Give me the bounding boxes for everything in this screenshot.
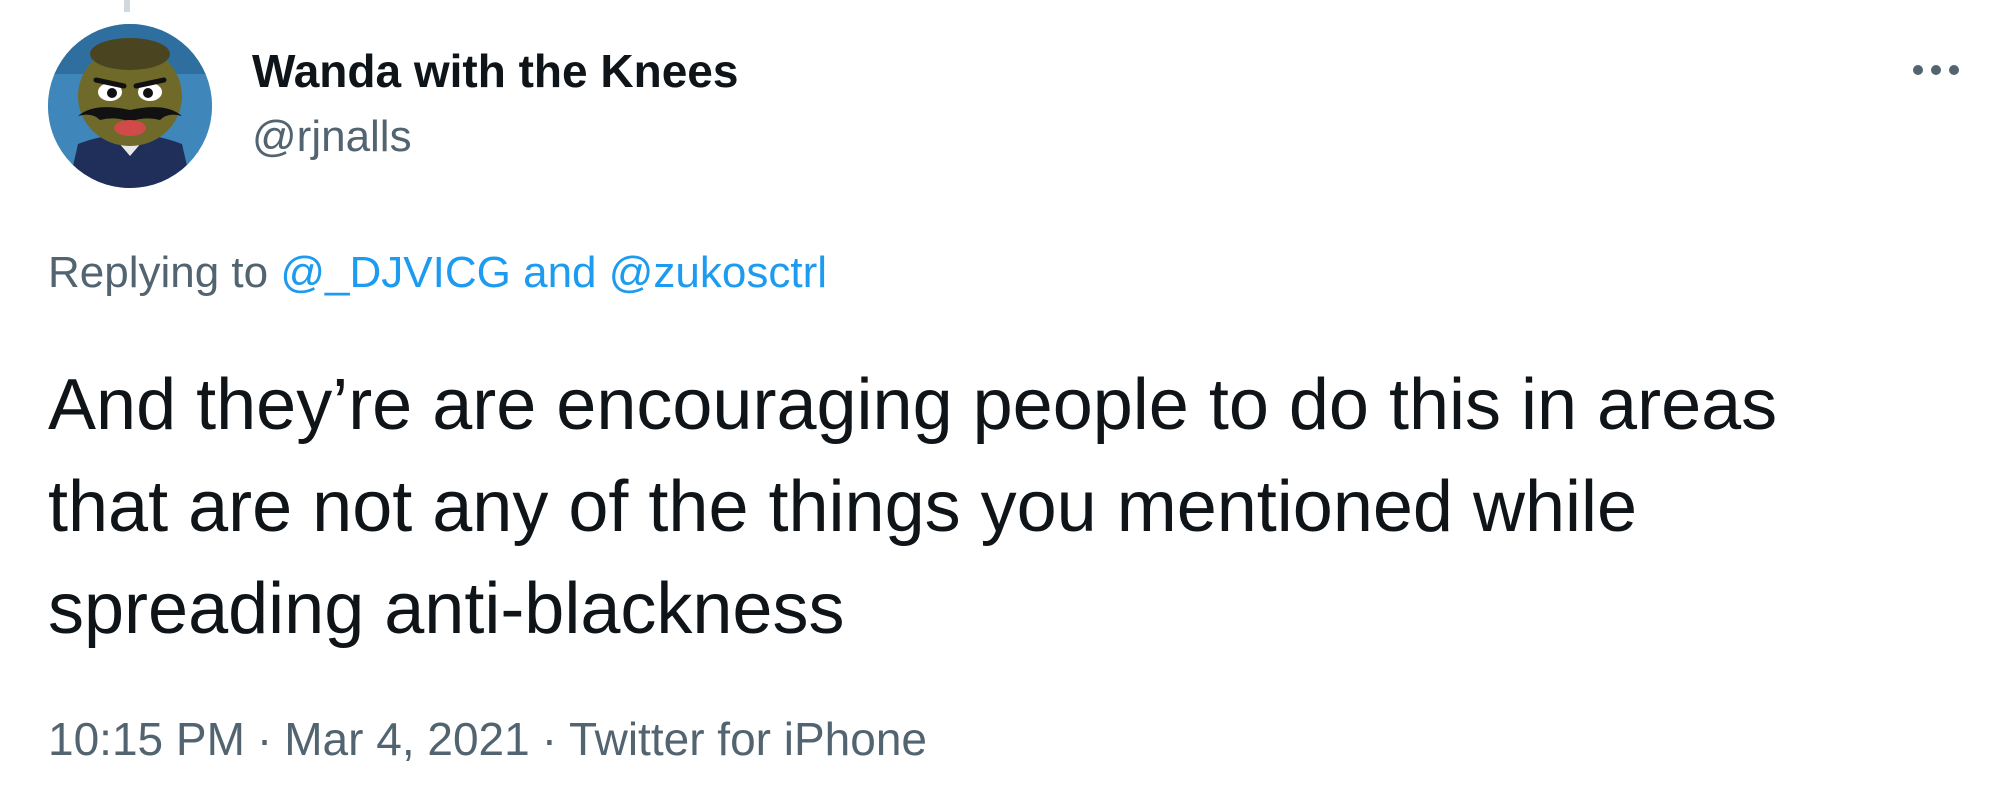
more-horizontal-icon (1913, 65, 1959, 75)
reply-mention-zukosctrl[interactable]: @zukosctrl (609, 248, 827, 297)
meta-separator: · (541, 713, 558, 765)
tweet-text-line: spreading anti-blackness (48, 569, 845, 649)
thread-connector-line (124, 0, 130, 12)
more-options-button[interactable] (1900, 40, 1972, 100)
author-handle[interactable]: @rjnalls (252, 112, 412, 162)
reply-context-conjunction: and (523, 248, 597, 297)
tweet-metadata: 10:15 PM · Mar 4, 2021 · Twitter for iPhone (48, 712, 927, 766)
tweet-text-line: that are not any of the things you menti… (48, 467, 1638, 547)
tweet-date[interactable]: Mar 4, 2021 (284, 713, 529, 765)
author-display-name[interactable]: Wanda with the Knees (252, 44, 738, 98)
tweet-container: Wanda with the Knees @rjnalls Replying t… (0, 0, 2000, 808)
mustached-cartoon-avatar-icon (48, 24, 212, 188)
meta-separator: · (256, 713, 273, 765)
tweet-body: And they’re are encouraging people to do… (48, 354, 1948, 660)
reply-mention-djvicg[interactable]: @_DJVICG (280, 248, 510, 297)
reply-context: Replying to @_DJVICG and @zukosctrl (48, 248, 827, 298)
avatar[interactable] (48, 24, 212, 188)
tweet-text-line: And they’re are encouraging people to do… (48, 365, 1778, 445)
tweet-time[interactable]: 10:15 PM (48, 713, 245, 765)
tweet-source: Twitter for iPhone (569, 713, 927, 765)
reply-context-prefix: Replying to (48, 248, 269, 297)
